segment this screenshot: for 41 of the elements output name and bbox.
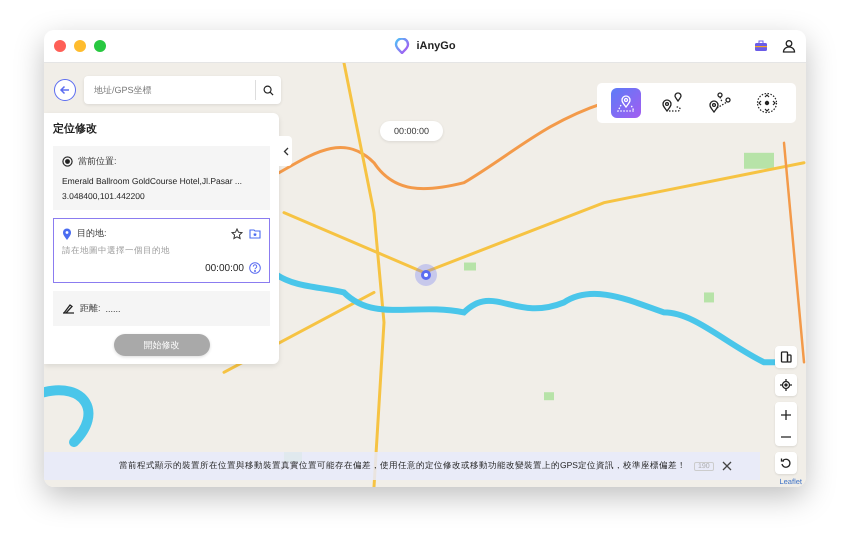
locate-button[interactable] bbox=[775, 374, 797, 396]
folder-star-icon[interactable] bbox=[249, 228, 261, 238]
close-icon bbox=[722, 461, 732, 471]
target-icon bbox=[62, 156, 73, 167]
chevron-left-icon bbox=[282, 146, 288, 156]
distance-label: 距離: bbox=[80, 302, 101, 315]
map-pin-icon bbox=[62, 228, 72, 240]
zoom-in-icon[interactable] bbox=[781, 410, 791, 420]
joystick-icon bbox=[756, 92, 778, 114]
map-pin-icon bbox=[616, 93, 636, 113]
distance-value: ...... bbox=[106, 304, 121, 314]
location-marker bbox=[415, 264, 437, 286]
crosshair-icon bbox=[780, 379, 792, 391]
device-button[interactable] bbox=[775, 346, 797, 368]
help-icon[interactable] bbox=[249, 262, 261, 274]
user-icon[interactable] bbox=[782, 39, 796, 53]
travel-time: 00:00:00 bbox=[205, 262, 244, 274]
star-icon[interactable] bbox=[231, 228, 243, 240]
current-location-label: 當前位置: bbox=[78, 155, 117, 168]
close-button[interactable] bbox=[722, 461, 732, 471]
timer-label: 00:00:00 bbox=[380, 121, 443, 141]
rotate-icon bbox=[780, 457, 792, 469]
reset-button[interactable] bbox=[775, 452, 797, 474]
toolbox-icon[interactable] bbox=[754, 40, 768, 52]
close-window-icon[interactable] bbox=[54, 40, 66, 52]
panel-title: 定位修改 bbox=[53, 122, 98, 136]
destination-label: 目的地: bbox=[77, 227, 107, 240]
notice-text: 當前程式顯示的裝置所在位置與移動裝置真實位置可能存在偏差，使用任意的定位修改或移動功能改變裝置上的GPS定位資訊，校準座標偏差！ bbox=[119, 460, 686, 472]
current-address: Emerald Ballroom GoldCourse Hotel,Jl.Pasar ... bbox=[62, 176, 243, 186]
multiple-pins-route-icon bbox=[708, 92, 732, 114]
search-icon bbox=[263, 84, 274, 96]
destination-card[interactable]: 目的地: 請在地圖中選擇一個目的地 00:00:00 bbox=[53, 218, 270, 283]
window-title: iAnyGo bbox=[416, 40, 456, 52]
zoom-control[interactable] bbox=[775, 402, 797, 446]
app-logo-icon bbox=[394, 38, 410, 54]
back-arrow-icon bbox=[59, 84, 71, 96]
devices-icon bbox=[780, 351, 792, 363]
collapse-panel-button[interactable] bbox=[279, 136, 292, 166]
destination-placeholder: 請在地圖中選擇一個目的地 bbox=[62, 245, 171, 257]
current-coordinates: 3.048400,101.442200 bbox=[62, 191, 146, 201]
ruler-pencil-icon bbox=[62, 303, 75, 314]
